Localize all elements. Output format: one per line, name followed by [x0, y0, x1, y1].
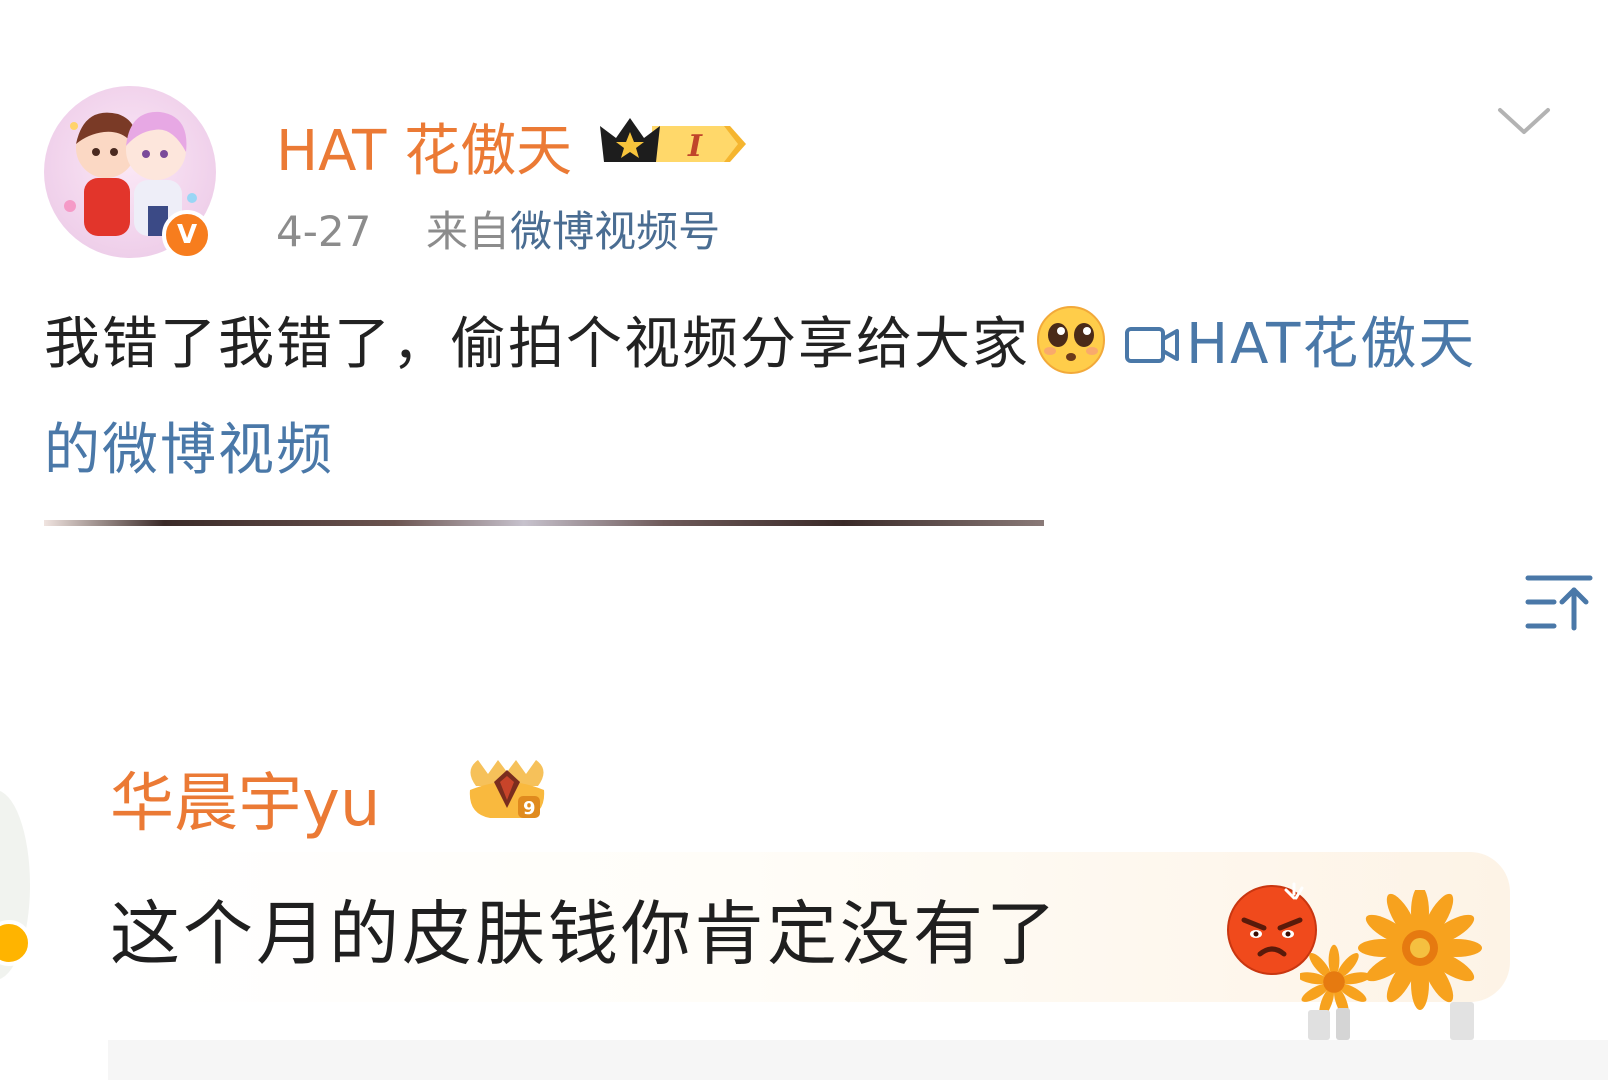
- post-meta: 4-27 来自微博视频号: [276, 198, 720, 259]
- comment-text: 这个月的皮肤钱你肯定没有了: [110, 893, 1059, 975]
- video-camera-icon: [1124, 302, 1180, 396]
- chevron-down-icon[interactable]: [1496, 104, 1552, 142]
- post-text: 我错了我错了，偷拍个视频分享给大家: [44, 312, 1030, 377]
- post-author-name[interactable]: HAT 花傲天: [276, 106, 572, 187]
- level-badge-text: I: [687, 129, 703, 164]
- commenter-verified-badge: [0, 920, 32, 966]
- collapse-up-icon[interactable]: [1524, 572, 1594, 636]
- sunflower-sticker: [1297, 886, 1500, 1044]
- post-date: 4-27: [276, 207, 372, 256]
- comment-footer-bar: [108, 1040, 1608, 1080]
- post-body: 我错了我错了，偷拍个视频分享给大家 HAT花傲天的微博视频: [44, 298, 1484, 498]
- commenter-name[interactable]: 华晨宇yu: [110, 752, 380, 844]
- fan-level-number: 9: [523, 798, 536, 819]
- crown-level-badge[interactable]: I: [600, 112, 750, 176]
- video-thumbnail-edge[interactable]: [44, 520, 1044, 526]
- source-prefix: 来自: [426, 207, 511, 256]
- fan-level-badge[interactable]: 9: [464, 756, 550, 826]
- verified-badge: V: [162, 210, 212, 260]
- source-link[interactable]: 微博视频号: [510, 207, 720, 256]
- pleading-face-emoji: [1036, 305, 1106, 404]
